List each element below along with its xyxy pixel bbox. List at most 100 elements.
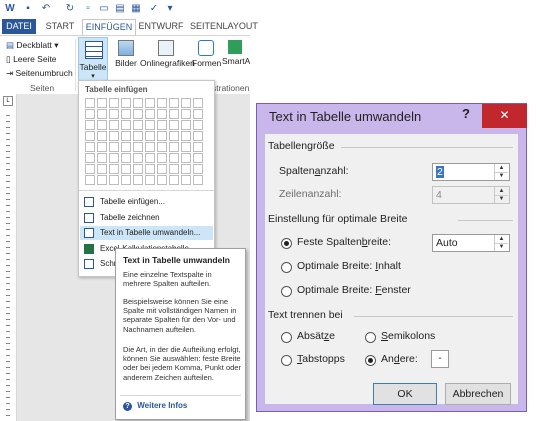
grid-cell[interactable] xyxy=(181,153,191,163)
grid-cell[interactable] xyxy=(145,175,155,185)
other-separator-input[interactable]: - xyxy=(431,350,449,368)
grid-cell[interactable] xyxy=(145,98,155,108)
grid-cell[interactable] xyxy=(85,131,95,141)
grid-cell[interactable] xyxy=(157,120,167,130)
open-icon[interactable]: ▭ xyxy=(98,3,110,15)
grid-cell[interactable] xyxy=(133,98,143,108)
tab-page-layout[interactable]: SEITENLAYOUT xyxy=(190,19,258,34)
grid-cell[interactable] xyxy=(109,131,119,141)
grid-cell[interactable] xyxy=(169,109,179,119)
grid-cell[interactable] xyxy=(133,120,143,130)
grid-cell[interactable] xyxy=(121,120,131,130)
grid-cell[interactable] xyxy=(145,120,155,130)
grid-cell[interactable] xyxy=(193,109,203,119)
grid-cell[interactable] xyxy=(181,164,191,174)
grid-cell[interactable] xyxy=(169,131,179,141)
grid-cell[interactable] xyxy=(109,109,119,119)
grid-cell[interactable] xyxy=(193,98,203,108)
grid-cell[interactable] xyxy=(181,142,191,152)
grid-cell[interactable] xyxy=(145,153,155,163)
grid-cell[interactable] xyxy=(97,98,107,108)
table-button[interactable]: Tabelle ▾ xyxy=(78,37,108,85)
grid-cell[interactable] xyxy=(193,120,203,130)
menu-item-convert-text[interactable]: Text in Tabelle umwandeln... xyxy=(80,226,213,240)
autofit-window-radio[interactable] xyxy=(281,286,292,297)
grid-cell[interactable] xyxy=(85,175,95,185)
close-button[interactable]: ✕ xyxy=(482,104,527,128)
grid-cell[interactable] xyxy=(121,153,131,163)
grid-cell[interactable] xyxy=(109,153,119,163)
grid-cell[interactable] xyxy=(169,175,179,185)
grid-cell[interactable] xyxy=(121,109,131,119)
page-break-button[interactable]: ⇥ Seitenumbruch xyxy=(6,68,73,79)
grid-cell[interactable] xyxy=(157,175,167,185)
other-radio[interactable] xyxy=(365,355,376,366)
grid-cell[interactable] xyxy=(133,142,143,152)
more-info-link[interactable]: ? Weitere Infos xyxy=(123,401,187,411)
grid-cell[interactable] xyxy=(133,109,143,119)
grid-cell[interactable] xyxy=(181,120,191,130)
grid-cell[interactable] xyxy=(97,131,107,141)
tabs-radio[interactable] xyxy=(281,355,292,366)
grid-cell[interactable] xyxy=(85,142,95,152)
tab-selector-icon[interactable]: L xyxy=(3,96,13,106)
grid-cell[interactable] xyxy=(157,164,167,174)
grid-cell[interactable] xyxy=(193,131,203,141)
grid-cell[interactable] xyxy=(85,109,95,119)
new-document-icon[interactable]: ▫ xyxy=(82,3,94,15)
online-pictures-button[interactable]: Onlinegrafiken xyxy=(140,40,195,68)
grid-cell[interactable] xyxy=(109,120,119,130)
grid-cell[interactable] xyxy=(145,142,155,152)
blank-page-button[interactable]: ▯ Leere Seite xyxy=(6,54,57,65)
spelling-icon[interactable]: ✓ xyxy=(148,3,160,15)
grid-cell[interactable] xyxy=(169,120,179,130)
grid-cell[interactable] xyxy=(157,142,167,152)
grid-cell[interactable] xyxy=(157,153,167,163)
preview-icon[interactable]: ▦ xyxy=(130,3,142,15)
grid-cell[interactable] xyxy=(169,142,179,152)
grid-cell[interactable] xyxy=(121,98,131,108)
grid-cell[interactable] xyxy=(133,164,143,174)
menu-item-draw-table[interactable]: Tabelle zeichnen xyxy=(80,211,213,225)
grid-cell[interactable] xyxy=(85,153,95,163)
grid-cell[interactable] xyxy=(97,164,107,174)
cover-page-button[interactable]: ▤ Deckblatt ▾ xyxy=(6,40,58,51)
grid-cell[interactable] xyxy=(85,120,95,130)
grid-cell[interactable] xyxy=(133,175,143,185)
grid-cell[interactable] xyxy=(145,109,155,119)
paragraphs-radio[interactable] xyxy=(281,332,292,343)
tab-insert[interactable]: EINFÜGEN xyxy=(82,19,136,35)
grid-cell[interactable] xyxy=(97,120,107,130)
help-button[interactable]: ? xyxy=(462,106,470,121)
autofit-content-radio[interactable] xyxy=(281,262,292,273)
grid-cell[interactable] xyxy=(121,131,131,141)
tab-file[interactable]: DATEI xyxy=(2,19,36,34)
grid-cell[interactable] xyxy=(193,164,203,174)
grid-cell[interactable] xyxy=(109,175,119,185)
redo-icon[interactable]: ↻ xyxy=(64,3,76,15)
grid-cell[interactable] xyxy=(181,131,191,141)
grid-cell[interactable] xyxy=(157,131,167,141)
grid-cell[interactable] xyxy=(157,98,167,108)
columns-spinner[interactable]: 2 ▲ ▼ xyxy=(432,163,510,181)
save-icon[interactable]: ▪ xyxy=(22,3,34,15)
grid-cell[interactable] xyxy=(85,164,95,174)
cancel-button[interactable]: Abbrechen xyxy=(445,383,511,405)
grid-cell[interactable] xyxy=(157,109,167,119)
grid-cell[interactable] xyxy=(193,175,203,185)
grid-cell[interactable] xyxy=(193,153,203,163)
grid-cell[interactable] xyxy=(97,153,107,163)
grid-cell[interactable] xyxy=(109,98,119,108)
tab-design[interactable]: ENTWURF xyxy=(138,19,184,34)
fixed-width-radio[interactable] xyxy=(281,238,292,249)
spin-down-icon[interactable]: ▼ xyxy=(495,172,508,180)
shapes-button[interactable]: Formen xyxy=(192,40,221,68)
grid-cell[interactable] xyxy=(193,142,203,152)
grid-cell[interactable] xyxy=(133,153,143,163)
grid-cell[interactable] xyxy=(121,175,131,185)
grid-cell[interactable] xyxy=(121,164,131,174)
print-icon[interactable]: ▤ xyxy=(114,3,126,15)
grid-cell[interactable] xyxy=(181,109,191,119)
grid-cell[interactable] xyxy=(109,164,119,174)
pictures-button[interactable]: Bilder xyxy=(114,40,138,68)
